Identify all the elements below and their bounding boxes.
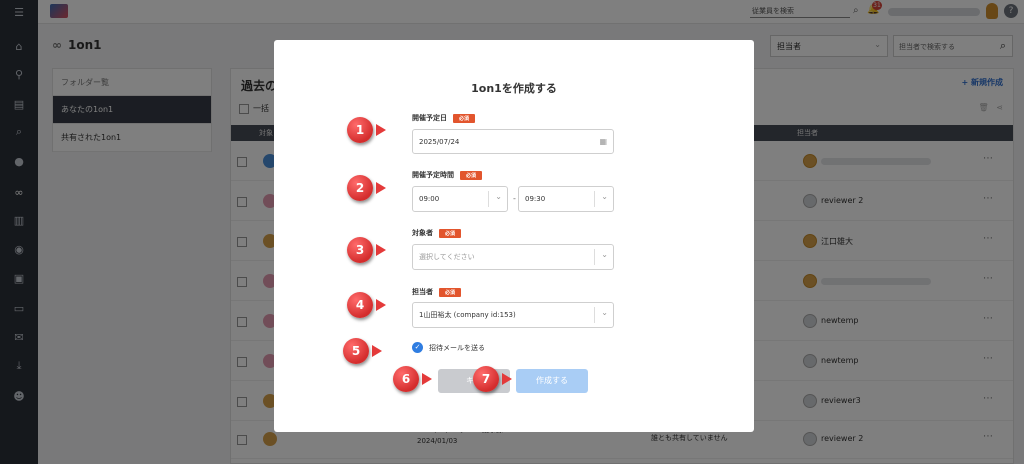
date-value: 2025/07/24 xyxy=(419,137,460,146)
chevron-down-icon[interactable]: ⌄ xyxy=(601,308,608,317)
time-separator: - xyxy=(513,194,516,203)
marker-number: 2 xyxy=(347,175,373,201)
step-marker-3: 3 xyxy=(347,237,386,263)
required-badge: 必須 xyxy=(439,228,462,238)
step-marker-4: 4 xyxy=(347,292,386,318)
required-badge: 必須 xyxy=(439,287,462,297)
owner-value: 1山田裕太 (company id:153) xyxy=(419,311,516,319)
marker-pointer xyxy=(372,345,382,357)
chevron-down-icon[interactable]: ⌄ xyxy=(601,250,608,259)
time-label-text: 開催予定時間 xyxy=(412,171,454,179)
select-divider xyxy=(594,307,595,323)
required-badge: 必須 xyxy=(460,170,483,180)
date-label-text: 開催予定日 xyxy=(412,114,447,122)
start-time-value: 09:00 xyxy=(419,195,440,203)
marker-pointer xyxy=(376,299,386,311)
owner-field-label: 担当者 必須 xyxy=(412,287,462,297)
marker-number: 3 xyxy=(347,237,373,263)
select-divider xyxy=(488,191,489,207)
owner-select[interactable]: 1山田裕太 (company id:153) ⌄ xyxy=(412,302,614,328)
marker-number: 6 xyxy=(393,366,419,392)
marker-pointer xyxy=(422,373,432,385)
time-field-label: 開催予定時間 必須 xyxy=(412,170,483,180)
marker-number: 1 xyxy=(347,117,373,143)
step-marker-6: 6 xyxy=(393,366,432,392)
target-field-label: 対象者 必須 xyxy=(412,228,462,238)
target-placeholder: 選択してください xyxy=(419,253,475,261)
chevron-down-icon[interactable]: ⌄ xyxy=(601,192,608,201)
step-marker-2: 2 xyxy=(347,175,386,201)
select-divider xyxy=(594,249,595,265)
target-label-text: 対象者 xyxy=(412,229,433,237)
date-field[interactable]: 2025/07/24 ▦ xyxy=(412,129,614,154)
marker-number: 7 xyxy=(473,366,499,392)
step-marker-1: 1 xyxy=(347,117,386,143)
end-time-select[interactable]: 09:30 ⌄ xyxy=(518,186,614,212)
marker-pointer xyxy=(376,124,386,136)
create-1on1-dialog: 1on1を作成する 開催予定日 必須 2025/07/24 ▦ 開催予定時間 必… xyxy=(274,40,754,432)
step-marker-7: 7 xyxy=(473,366,512,392)
check-icon[interactable]: ✓ xyxy=(412,342,423,353)
target-select[interactable]: 選択してください ⌄ xyxy=(412,244,614,270)
step-marker-5: 5 xyxy=(343,338,382,364)
marker-pointer xyxy=(376,244,386,256)
calendar-icon[interactable]: ▦ xyxy=(599,137,607,146)
required-badge: 必須 xyxy=(453,113,476,123)
chevron-down-icon[interactable]: ⌄ xyxy=(495,192,502,201)
owner-label-text: 担当者 xyxy=(412,288,433,296)
create-button[interactable]: 作成する xyxy=(516,369,588,393)
date-field-label: 開催予定日 必須 xyxy=(412,113,476,123)
end-time-value: 09:30 xyxy=(525,195,546,203)
dialog-title: 1on1を作成する xyxy=(471,82,557,95)
select-divider xyxy=(594,191,595,207)
marker-pointer xyxy=(502,373,512,385)
invite-label: 招待メールを送る xyxy=(429,343,485,352)
start-time-select[interactable]: 09:00 ⌄ xyxy=(412,186,508,212)
invite-email-checkbox[interactable]: ✓ 招待メールを送る xyxy=(412,342,485,353)
marker-pointer xyxy=(376,182,386,194)
marker-number: 4 xyxy=(347,292,373,318)
marker-number: 5 xyxy=(343,338,369,364)
